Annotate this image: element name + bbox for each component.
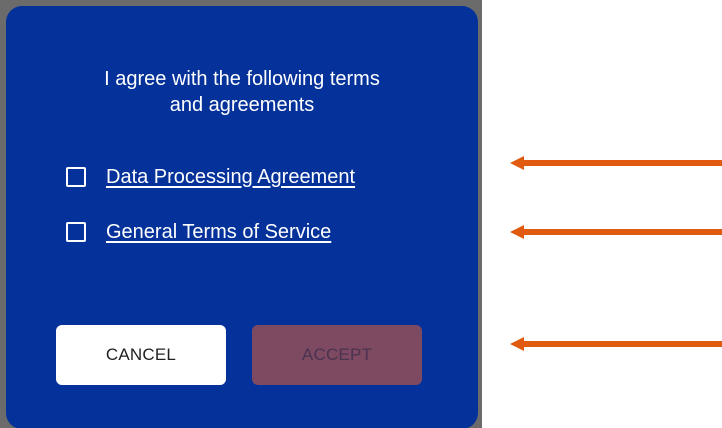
terms-of-service-checkbox[interactable] [66,222,86,242]
arrow-icon [510,337,722,351]
accept-button[interactable]: ACCEPT [252,325,422,385]
terms-of-service-link[interactable]: General Terms of Service [106,221,331,244]
data-processing-checkbox[interactable] [66,167,86,187]
dialog-title: I agree with the following terms and agr… [46,66,438,118]
checkbox-row-terms-of-service[interactable]: General Terms of Service [66,217,331,247]
dialog-title-line-2: and agreements [169,94,315,116]
arrow-icon [510,156,722,170]
arrow-icon [510,225,722,239]
cancel-button[interactable]: CANCEL [56,325,226,385]
checkbox-row-data-processing[interactable]: Data Processing Agreement [66,162,355,192]
data-processing-agreement-link[interactable]: Data Processing Agreement [106,166,355,189]
dialog-title-line-1: I agree with the following terms [104,68,380,90]
consent-dialog: I agree with the following terms and agr… [6,6,478,428]
